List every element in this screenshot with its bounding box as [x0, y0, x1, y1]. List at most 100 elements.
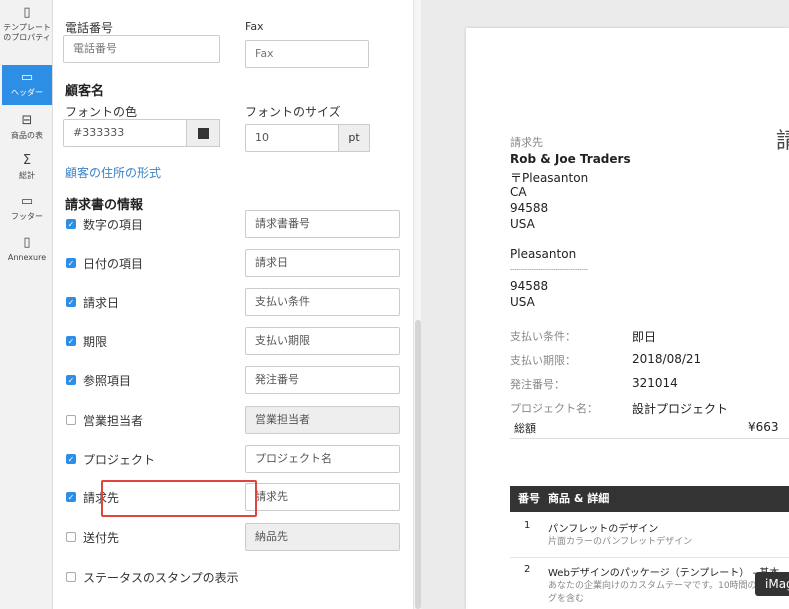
checkbox[interactable]	[66, 415, 76, 425]
field-input[interactable]: 発注番号	[245, 366, 400, 394]
field-label: 請求日	[83, 296, 120, 310]
items-table-header: 番号 商品 & 詳細	[510, 486, 789, 512]
checkbox[interactable]: ✓	[66, 336, 76, 346]
scrollbar[interactable]	[413, 0, 421, 609]
font-color-input[interactable]: #333333	[63, 119, 187, 147]
detail-value: 即日	[632, 330, 657, 344]
row-divider	[510, 557, 789, 558]
detail-value: 2018/08/21	[632, 352, 702, 366]
field-label: プロジェクト	[83, 453, 156, 467]
field-input[interactable]: 請求書番号	[245, 210, 400, 238]
nav-footer[interactable]: ▭ フッター	[2, 195, 52, 225]
divider	[510, 438, 789, 439]
item-name: Webデザインのパッケージ（テンプレート） - 基本	[548, 568, 780, 579]
checkbox[interactable]: ✓	[66, 297, 76, 307]
address-line: USA	[510, 295, 535, 309]
field-input[interactable]: 請求先	[245, 483, 400, 511]
header-settings-form: 電話番号 電話番号 Fax Fax 顧客名 フォントの色 #333333 フォン…	[53, 0, 413, 609]
checkbox[interactable]: ✓	[66, 454, 76, 464]
nav-header[interactable]: ▭ ヘッダー	[2, 65, 52, 105]
nav-label: テンプレートのプロパティ	[3, 23, 51, 42]
col-number: 番号	[518, 492, 540, 505]
detail-value: 設計プロジェクト	[632, 402, 729, 416]
field-input[interactable]: 支払い条件	[245, 288, 400, 316]
address-line: 〒Pleasanton	[510, 171, 589, 185]
bill-to-label: 請求先	[510, 136, 543, 149]
detail-value: 321014	[632, 376, 678, 390]
field-input[interactable]: 請求日	[245, 249, 400, 277]
checkbox[interactable]: ✓	[66, 219, 76, 229]
nav-annexure[interactable]: ▯ Annexure	[2, 236, 52, 266]
sigma-icon: Σ	[22, 153, 32, 168]
col-item-details: 商品 & 詳細	[548, 492, 610, 505]
font-size-input[interactable]: 10	[245, 124, 339, 152]
fax-input[interactable]: Fax	[245, 40, 369, 68]
font-color-label: フォントの色	[65, 105, 138, 119]
header-icon: ▭	[20, 70, 34, 85]
detail-label: プロジェクト名：	[510, 402, 598, 415]
scrollbar-thumb[interactable]	[415, 320, 421, 609]
highlight-box	[101, 480, 257, 517]
table-icon: ⊟	[21, 113, 33, 128]
address-line: 94588	[510, 201, 549, 215]
field-label: 送付先	[83, 531, 120, 545]
item-desc: 片面カラーのパンフレットデザイン	[548, 537, 693, 547]
invoice-title: 請	[776, 129, 789, 154]
invoice-preview: 請 請求先 Rob & Joe Traders 〒Pleasanton CA 945…	[466, 28, 789, 609]
nav-label: フッター	[11, 212, 43, 221]
item-desc: あなたの企業向けのカスタムテーマです。10時間の	[548, 581, 757, 591]
checkbox[interactable]: ✓	[66, 492, 76, 502]
field-label: 期限	[83, 335, 108, 349]
address-line: USA	[510, 217, 535, 231]
nav-label: Annexure	[7, 253, 47, 262]
field-label: 数字の項目	[83, 218, 144, 232]
footer-icon: ▭	[20, 194, 34, 209]
phone-input[interactable]: 電話番号	[63, 35, 220, 63]
fax-label: Fax	[245, 20, 264, 33]
address-line: 94588	[510, 279, 549, 293]
address-line: CA	[510, 185, 527, 199]
color-swatch	[197, 127, 209, 139]
field-input[interactable]: プロジェクト名	[245, 445, 400, 473]
invoice-info-heading: 請求書の情報	[65, 198, 144, 213]
font-size-label: フォントのサイズ	[245, 105, 341, 119]
total-label: 総額	[514, 422, 536, 435]
attachment-icon: ▯	[23, 235, 31, 250]
nav-total[interactable]: Σ 総計	[2, 154, 52, 184]
font-size-unit: pt	[338, 124, 370, 152]
field-label: 参照項目	[83, 374, 132, 388]
phone-label: 電話番号	[65, 21, 114, 35]
address-line: Pleasanton	[510, 247, 577, 261]
item-desc: グを含む	[548, 594, 585, 604]
total-value: ¥663	[748, 420, 779, 434]
field-label: 日付の項目	[83, 257, 144, 271]
field-input[interactable]: 納品先	[245, 523, 400, 551]
address-line: ------------------------------------	[510, 266, 588, 273]
customer-heading: 顧客名	[65, 84, 105, 99]
nav-template-properties[interactable]: ▯ テンプレートのプロパティ	[2, 4, 52, 62]
tooltip: iMag	[755, 572, 789, 596]
checkbox[interactable]: ✓	[66, 258, 76, 268]
nav-label: 商品の表	[11, 131, 43, 140]
nav-label: 総計	[19, 171, 35, 180]
field-input[interactable]: 支払い期限	[245, 327, 400, 355]
checkbox[interactable]	[66, 532, 76, 542]
item-number: 2	[524, 564, 531, 575]
address-format-link[interactable]: 顧客の住所の形式	[65, 164, 161, 181]
color-swatch-button[interactable]	[186, 119, 220, 147]
nav-label: ヘッダー	[11, 88, 43, 97]
detail-label: 支払い条件：	[510, 330, 576, 343]
detail-label: 支払い期限：	[510, 354, 576, 367]
checkbox[interactable]	[66, 572, 76, 582]
nav-item-table[interactable]: ⊟ 商品の表	[2, 114, 52, 144]
field-input[interactable]: 営業担当者	[245, 406, 400, 434]
item-name: パンフレットのデザイン	[548, 524, 659, 535]
checkbox[interactable]: ✓	[66, 375, 76, 385]
field-label: 営業担当者	[83, 414, 144, 428]
field-label: ステータスのスタンプの表示	[83, 571, 239, 585]
detail-label: 発注番号：	[510, 378, 565, 391]
sidebar-nav: ▯ テンプレートのプロパティ ▭ ヘッダー ⊟ 商品の表 Σ 総計 ▭ フッター ▯ Ann…	[0, 0, 53, 609]
customer-name: Rob & Joe Traders	[510, 152, 631, 166]
item-number: 1	[524, 520, 531, 531]
document-icon: ▯	[23, 5, 31, 20]
